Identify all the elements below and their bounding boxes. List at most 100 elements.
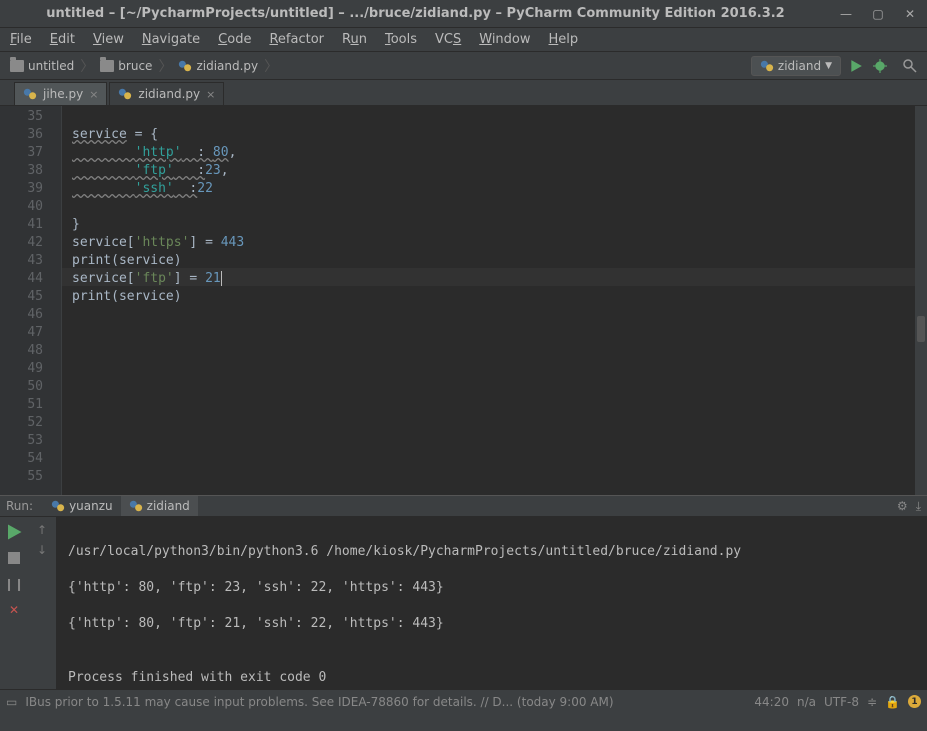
code-line: 'ftp' :23, xyxy=(72,162,915,180)
menu-window[interactable]: Window xyxy=(475,30,534,49)
line-number: 36 xyxy=(0,126,43,144)
output-line: {'http': 80, 'ftp': 21, 'ssh': 22, 'http… xyxy=(68,615,915,633)
breadcrumb-project[interactable]: untitled xyxy=(6,57,78,75)
output-line: Process finished with exit code 0 xyxy=(68,669,915,687)
status-bar: ▭ IBus prior to 1.5.11 may cause input p… xyxy=(0,689,927,713)
tab-jihe[interactable]: jihe.py × xyxy=(14,82,107,105)
debug-button[interactable] xyxy=(871,57,889,75)
navigation-bar: untitled 〉 bruce 〉 zidiand.py 〉 zidiand … xyxy=(0,52,927,80)
editor-tabs: jihe.py × zidiand.py × xyxy=(0,80,927,106)
line-number: 37 xyxy=(0,144,43,162)
menu-file[interactable]: File xyxy=(6,30,36,49)
pause-icon[interactable]: ❙❙ xyxy=(5,575,23,593)
code-line: service = { xyxy=(72,126,915,144)
line-number: 38 xyxy=(0,162,43,180)
run-panel-tools: ⚙ ⤓ xyxy=(897,499,921,514)
close-icon[interactable]: ✕ xyxy=(901,5,919,23)
maximize-icon[interactable]: ▢ xyxy=(869,5,887,23)
line-number: 41 xyxy=(0,216,43,234)
status-position[interactable]: 44:20 xyxy=(754,695,789,709)
code-line xyxy=(72,108,915,126)
window-titlebar: untitled – [~/PycharmProjects/untitled] … xyxy=(0,0,927,28)
code-line: 'ssh' :22 xyxy=(72,180,915,198)
tab-zidiand[interactable]: zidiand.py × xyxy=(109,82,224,105)
menu-navigate[interactable]: Navigate xyxy=(138,30,204,49)
stop-icon[interactable] xyxy=(5,549,23,567)
status-encoding[interactable]: UTF-8 xyxy=(824,695,859,709)
breadcrumb-folder[interactable]: bruce xyxy=(96,57,156,75)
minimize-icon[interactable]: — xyxy=(837,5,855,23)
editor[interactable]: 35 36 37 38 39 40 41 42 43 44 45 46 47 4… xyxy=(0,106,927,495)
terminal-icon[interactable]: ▭ xyxy=(6,695,17,709)
line-number: 35 xyxy=(0,108,43,126)
chevron-right-icon: 〉 xyxy=(80,56,94,76)
breadcrumb-folder-label: bruce xyxy=(118,59,152,73)
folder-icon xyxy=(100,60,114,72)
chevron-right-icon: 〉 xyxy=(158,56,172,76)
line-number: 49 xyxy=(0,360,43,378)
search-icon[interactable] xyxy=(899,55,921,77)
python-file-icon xyxy=(760,59,774,73)
menu-edit[interactable]: Edit xyxy=(46,30,79,49)
breadcrumb: untitled 〉 bruce 〉 zidiand.py 〉 xyxy=(6,56,751,76)
line-number: 52 xyxy=(0,414,43,432)
status-message: IBus prior to 1.5.11 may cause input pro… xyxy=(25,695,746,709)
line-number: 40 xyxy=(0,198,43,216)
close-tab-icon[interactable]: × xyxy=(89,88,98,101)
run-panel: Run: yuanzu zidiand ⚙ ⤓ ❙❙ ✕ ↑ ↓ /usr/lo… xyxy=(0,495,927,689)
python-file-icon xyxy=(23,87,37,101)
tab-label: jihe.py xyxy=(43,87,83,101)
menu-refactor[interactable]: Refactor xyxy=(265,30,328,49)
chevron-right-icon: 〉 xyxy=(264,56,278,76)
line-number: 42 xyxy=(0,234,43,252)
menu-code[interactable]: Code xyxy=(214,30,255,49)
line-number: 39 xyxy=(0,180,43,198)
run-panel-label: Run: xyxy=(6,499,33,513)
run-panel-header: Run: yuanzu zidiand ⚙ ⤓ xyxy=(0,496,927,517)
down-icon[interactable]: ↓ xyxy=(37,543,47,557)
line-number: 53 xyxy=(0,432,43,450)
run-tab-yuanzu[interactable]: yuanzu xyxy=(43,496,121,516)
run-config-label: zidiand xyxy=(778,59,821,73)
python-file-icon xyxy=(51,499,65,513)
status-na: n/a xyxy=(797,695,816,709)
output-line: {'http': 80, 'ftp': 23, 'ssh': 22, 'http… xyxy=(68,579,915,597)
code-line: print(service) xyxy=(72,288,915,306)
line-number: 44 xyxy=(0,270,43,288)
code-line xyxy=(72,198,915,216)
gutter: 35 36 37 38 39 40 41 42 43 44 45 46 47 4… xyxy=(0,106,62,495)
python-file-icon xyxy=(178,59,192,73)
menu-view[interactable]: View xyxy=(89,30,128,49)
python-file-icon xyxy=(118,87,132,101)
run-config-dropdown[interactable]: zidiand ▼ xyxy=(751,56,841,76)
chevron-down-icon: ▼ xyxy=(825,61,832,71)
line-number: 47 xyxy=(0,324,43,342)
lock-icon[interactable]: 🔒 xyxy=(885,695,900,709)
hide-icon[interactable]: ⤓ xyxy=(916,499,921,514)
line-number: 51 xyxy=(0,396,43,414)
run-button[interactable] xyxy=(847,57,865,75)
editor-scrollbar[interactable] xyxy=(915,106,927,495)
line-number: 43 xyxy=(0,252,43,270)
caret xyxy=(221,271,222,286)
menu-run[interactable]: Run xyxy=(338,30,371,49)
scrollbar-thumb[interactable] xyxy=(917,316,925,342)
code-line: service['https'] = 443 xyxy=(72,234,915,252)
rerun-icon[interactable] xyxy=(5,523,23,541)
run-tab-zidiand[interactable]: zidiand xyxy=(121,496,198,516)
close-icon[interactable]: ✕ xyxy=(5,601,23,619)
gear-icon[interactable]: ⚙ xyxy=(897,499,908,514)
menu-vcs[interactable]: VCS xyxy=(431,30,465,49)
divider-icon: ≑ xyxy=(867,695,877,709)
code-area[interactable]: service = { 'http' : 80, 'ftp' :23, 'ssh… xyxy=(62,106,915,495)
menu-help[interactable]: Help xyxy=(545,30,583,49)
close-tab-icon[interactable]: × xyxy=(206,88,215,101)
breadcrumb-project-label: untitled xyxy=(28,59,74,73)
up-icon[interactable]: ↑ xyxy=(37,523,47,537)
line-number: 55 xyxy=(0,468,43,486)
notification-badge[interactable]: 1 xyxy=(908,695,921,708)
output-line: /usr/local/python3/bin/python3.6 /home/k… xyxy=(68,543,915,561)
line-number: 48 xyxy=(0,342,43,360)
menu-tools[interactable]: Tools xyxy=(381,30,421,49)
breadcrumb-file[interactable]: zidiand.py xyxy=(174,57,262,75)
